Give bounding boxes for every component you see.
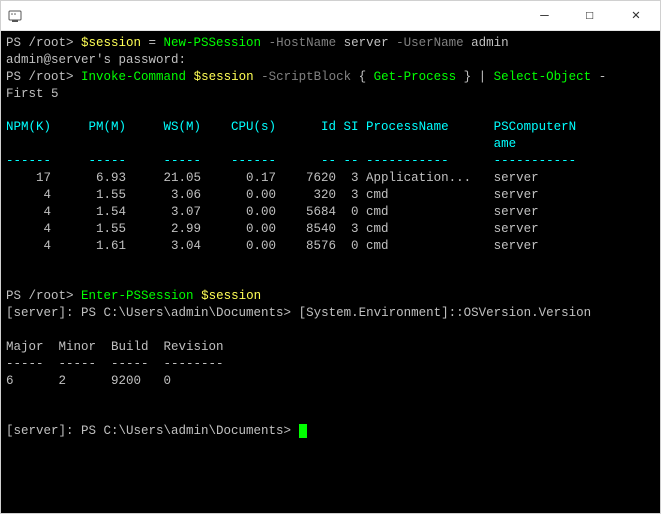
window-titlebar: — ☐ ✕ [1,1,660,31]
terminal-body[interactable]: PS /root> $session = New-PSSession -Host… [1,31,660,513]
minimize-button[interactable]: — [522,1,567,30]
cursor-icon [299,424,307,438]
close-button[interactable]: ✕ [612,1,660,30]
maximize-button[interactable]: ☐ [567,1,612,30]
window-controls: — ☐ ✕ [522,1,660,30]
terminal-app-icon [7,8,23,24]
